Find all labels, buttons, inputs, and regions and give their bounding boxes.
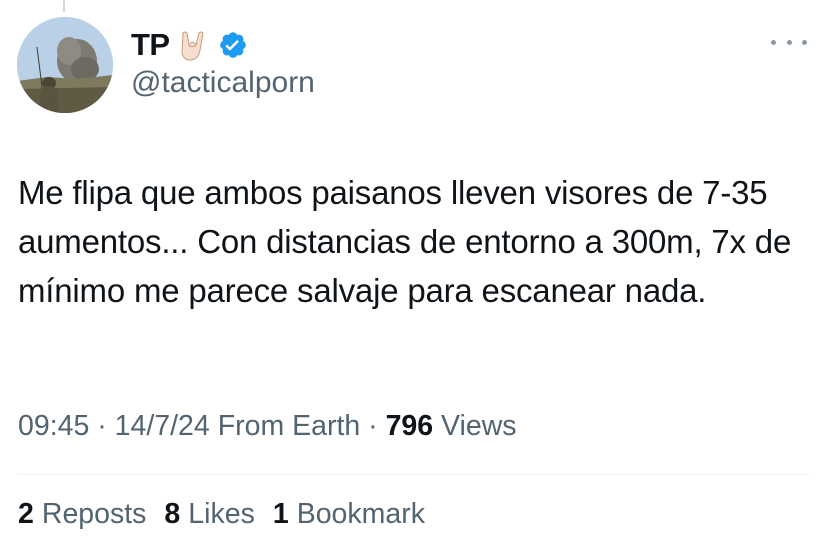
tweet-source: From Earth (217, 410, 361, 442)
meta-separator: · (368, 410, 378, 442)
views-label[interactable]: Views (441, 410, 517, 442)
author-name-row[interactable]: TP (131, 26, 248, 64)
avatar[interactable] (17, 17, 113, 113)
bookmarks-stat[interactable]: 1 Bookmark (273, 498, 425, 531)
views-count[interactable]: 796 (386, 410, 434, 442)
engagement-stats: 2 Reposts 8 Likes 1 Bookmark (18, 498, 425, 531)
tweet-date[interactable]: 14/7/24 (115, 410, 210, 442)
reposts-stat[interactable]: 2 Reposts (18, 498, 146, 531)
tweet-meta: 09:45 · 14/7/24 From Earth · 796 Views (18, 410, 517, 443)
likes-label: Likes (188, 498, 255, 530)
author-handle[interactable]: @tacticalporn (131, 66, 315, 100)
display-name[interactable]: TP (131, 27, 170, 63)
reposts-count: 2 (18, 498, 34, 530)
rock-on-hand-emoji-icon (176, 28, 210, 62)
tweet-time[interactable]: 09:45 (18, 410, 89, 442)
tweet-text: Me flipa que ambos paisanos lleven visor… (18, 174, 792, 309)
reposts-label: Reposts (41, 498, 147, 530)
avatar-image (17, 17, 113, 113)
likes-count: 8 (164, 498, 181, 530)
bookmarks-count: 1 (272, 498, 289, 530)
more-options-icon[interactable] (771, 30, 807, 54)
meta-separator: · (97, 410, 107, 442)
verified-badge-icon (218, 30, 248, 60)
likes-stat[interactable]: 8 Likes (164, 498, 254, 531)
divider (18, 474, 809, 475)
thread-connector-line (63, 0, 65, 12)
bookmarks-label: Bookmark (296, 498, 425, 530)
